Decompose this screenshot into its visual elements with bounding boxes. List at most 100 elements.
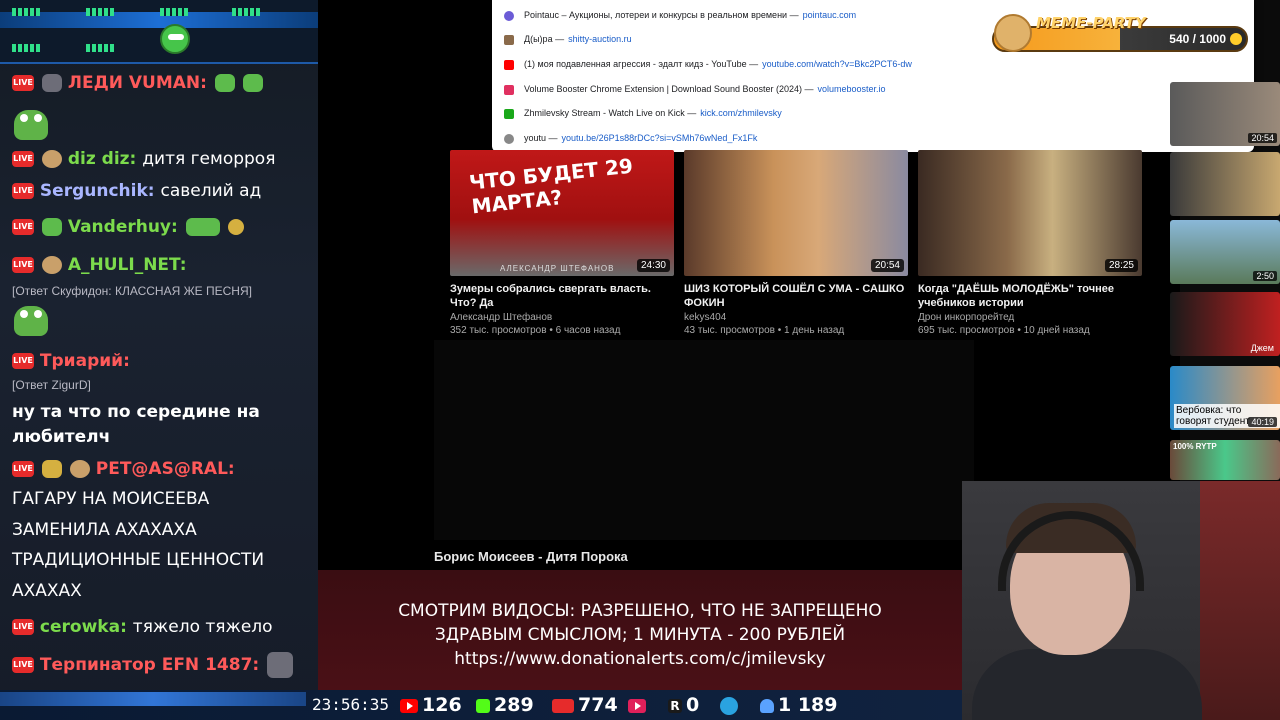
chat-nick[interactable]: Sergunchik: bbox=[40, 181, 155, 201]
video-meta: 695 тыс. просмотров • 10 дней назад bbox=[918, 325, 1090, 336]
rutube-count: 0 bbox=[686, 694, 700, 716]
suggestion-item[interactable]: Zhmilevsky Stream - Watch Live on Kick —… bbox=[504, 103, 782, 123]
chat-banner bbox=[0, 0, 318, 64]
youtube-viewers: 126 bbox=[400, 694, 462, 716]
chat-nick[interactable]: Vanderhuy: bbox=[68, 217, 178, 237]
suggestion-url: pointauc.com bbox=[802, 10, 857, 20]
pointauc-icon bbox=[504, 10, 514, 21]
suggestion-title: youtu bbox=[524, 133, 547, 143]
clock: 23:56:35 bbox=[312, 695, 390, 714]
user-avatar-icon bbox=[69, 460, 90, 478]
sidebar-video[interactable]: 20:54 bbox=[1170, 82, 1280, 146]
chat-message: LIVE ЛЕДИ VUMAN: bbox=[12, 72, 312, 94]
chat-nick[interactable]: Терпинатор EFN 1487: bbox=[40, 655, 259, 675]
chat-panel: LIVE ЛЕДИ VUMAN: LIVE diz diz: дитя гемо… bbox=[0, 0, 318, 720]
suggestion-url: volumebooster.io bbox=[817, 84, 886, 94]
suggestion-url: shitty-auction.ru bbox=[568, 34, 632, 44]
chat-reply: [Ответ ZigurD] bbox=[12, 378, 91, 392]
pixel-invader-icon bbox=[160, 8, 188, 16]
video-card[interactable]: 28:25 Когда "ДАЁШЬ МОЛОДЁЖЬ" точнее учеб… bbox=[918, 150, 1142, 336]
frog-emote-icon bbox=[214, 74, 235, 92]
chat-nick[interactable]: PET@AS@RAL: bbox=[96, 459, 235, 479]
coin-emote-icon bbox=[227, 219, 244, 235]
video-player[interactable] bbox=[434, 340, 974, 540]
sidebar-video[interactable]: 100% RYTP bbox=[1170, 440, 1280, 480]
video-card[interactable]: ЧТО БУДЕТ 29 МАРТА? АЛЕКСАНДР ШТЕФАНОВ 2… bbox=[450, 150, 674, 336]
frog-mascot-icon bbox=[160, 24, 190, 54]
user-avatar-icon bbox=[41, 150, 62, 168]
chat-nick[interactable]: cerowka: bbox=[40, 617, 127, 637]
video-duration: 28:25 bbox=[1104, 259, 1138, 272]
chat-reply: [Ответ Скуфидон: КЛАССНАЯ ЖЕ ПЕСНЯ] bbox=[12, 284, 252, 298]
video-card[interactable]: 20:54 ШИЗ КОТОРЫЙ СОШЁЛ С УМА - САШКО ФО… bbox=[684, 150, 908, 336]
telegram-link bbox=[720, 694, 742, 716]
sidebar-video[interactable]: Вербовка: что говорят студент 40:19 bbox=[1170, 366, 1280, 430]
user-avatar-icon bbox=[41, 256, 62, 274]
pixel-invader-icon bbox=[232, 8, 260, 16]
suggestion-item[interactable]: youtu — youtu.be/26P1s88rDCc?si=vSMh76wNe… bbox=[504, 128, 757, 148]
suggestion-title: Д(ы)ра bbox=[524, 34, 553, 44]
video-thumbnail[interactable]: ЧТО БУДЕТ 29 МАРТА? АЛЕКСАНДР ШТЕФАНОВ 2… bbox=[450, 150, 674, 276]
donation-link: https://www.donationalerts.com/c/jmilevs… bbox=[454, 649, 826, 669]
chat-message: LIVE Vanderhuy: bbox=[12, 216, 312, 238]
user-avatar-icon bbox=[41, 74, 62, 92]
chat-nick[interactable]: A_HULI_NET: bbox=[68, 255, 187, 275]
video-duration: 20:54 bbox=[870, 259, 904, 272]
frog-emote-icon bbox=[242, 74, 263, 92]
video-duration: 40:19 bbox=[1248, 417, 1277, 427]
kick-icon bbox=[504, 108, 514, 119]
meme-party-widget: MEME-PARTY 540 / 1000 bbox=[992, 14, 1248, 54]
chat-message: LIVE Триарий: bbox=[12, 350, 312, 372]
kick-icon bbox=[476, 698, 490, 713]
video-channel[interactable]: Дрон инкорпорейтед bbox=[918, 312, 1142, 323]
video-title[interactable]: ШИЗ КОТОРЫЙ СОШЁЛ С УМА - САШКО ФОКИН bbox=[684, 282, 908, 310]
play-icon bbox=[628, 698, 646, 713]
video-title[interactable]: Когда "ДАЁШЬ МОЛОДЁЖЬ" точнее учебников … bbox=[918, 282, 1142, 310]
suggestion-item[interactable]: (1) моя подавленная агрессия - эдалт кид… bbox=[504, 54, 912, 74]
chat-nick[interactable]: Триарий: bbox=[40, 351, 130, 371]
chat-nick[interactable]: diz diz: bbox=[68, 149, 137, 169]
live-icon bbox=[552, 698, 574, 713]
chat-message: LIVE A_HULI_NET: bbox=[12, 254, 312, 276]
video-label: 100% RYTP bbox=[1173, 442, 1217, 451]
chat-text: тяжело тяжело bbox=[132, 617, 273, 637]
suggestion-item[interactable]: Pointauc – Аукционы, лотереи и конкурсы … bbox=[504, 5, 856, 25]
live-badge-icon: LIVE bbox=[12, 183, 34, 199]
suggestion-url: youtu.be/26P1s88rDCc?si=vSMh76wNed_Fx1Fk bbox=[561, 133, 758, 143]
frog-emote-icon bbox=[14, 110, 48, 140]
vk-live-viewers: 774 bbox=[552, 694, 618, 716]
telegram-icon bbox=[720, 696, 738, 715]
chat-nick[interactable]: ЛЕДИ VUMAN: bbox=[68, 73, 207, 93]
trophy-emote-icon bbox=[41, 460, 62, 478]
sidebar-video[interactable]: 2:50 bbox=[1170, 220, 1280, 284]
sidebar-video[interactable]: Джем bbox=[1170, 292, 1280, 356]
total-viewers: 1 189 bbox=[760, 694, 838, 716]
suggestion-title: Zhmilevsky Stream - Watch Live on Kick bbox=[524, 108, 685, 118]
chat-text: савелий ад bbox=[160, 181, 262, 201]
video-channel[interactable]: Александр Штефанов bbox=[450, 312, 674, 323]
live-badge-icon: LIVE bbox=[12, 75, 34, 91]
sidebar-video[interactable] bbox=[1170, 152, 1280, 216]
video-title[interactable]: Зумеры собрались свергать власть. Что? Д… bbox=[450, 282, 674, 310]
video-thumbnail[interactable]: 20:54 bbox=[684, 150, 908, 276]
donation-banner: СМОТРИМ ВИДОСЫ: РАЗРЕШЕНО, ЧТО НЕ ЗАПРЕЩ… bbox=[318, 570, 962, 690]
meme-party-count: 540 / 1000 bbox=[1169, 32, 1226, 46]
coin-icon bbox=[1230, 33, 1242, 45]
video-thumbnail[interactable]: 28:25 bbox=[918, 150, 1142, 276]
suggestion-item[interactable]: Д(ы)ра — shitty-auction.ru bbox=[504, 29, 632, 49]
rutube-icon: R bbox=[668, 698, 682, 713]
thumbnail-caption: АЛЕКСАНДР ШТЕФАНОВ bbox=[500, 264, 615, 273]
live-badge-icon: LIVE bbox=[12, 257, 34, 273]
suggestion-item[interactable]: Volume Booster Chrome Extension | Downlo… bbox=[504, 79, 886, 99]
user-avatar-icon bbox=[41, 218, 62, 236]
video-meta: 352 тыс. просмотров • 6 часов назад bbox=[450, 325, 621, 336]
video-label: Джем bbox=[1250, 343, 1274, 353]
live-badge-icon: LIVE bbox=[12, 219, 34, 235]
youtube-icon bbox=[400, 698, 418, 713]
banner-stripe bbox=[0, 12, 318, 28]
video-channel[interactable]: kekys404 bbox=[684, 312, 908, 323]
chat-message: LIVE Sergunchik: савелий ад bbox=[12, 180, 312, 202]
video-meta: 43 тыс. просмотров • 1 день назад bbox=[684, 325, 845, 336]
user-icon bbox=[760, 698, 774, 713]
frog-emote-icon bbox=[185, 218, 220, 236]
